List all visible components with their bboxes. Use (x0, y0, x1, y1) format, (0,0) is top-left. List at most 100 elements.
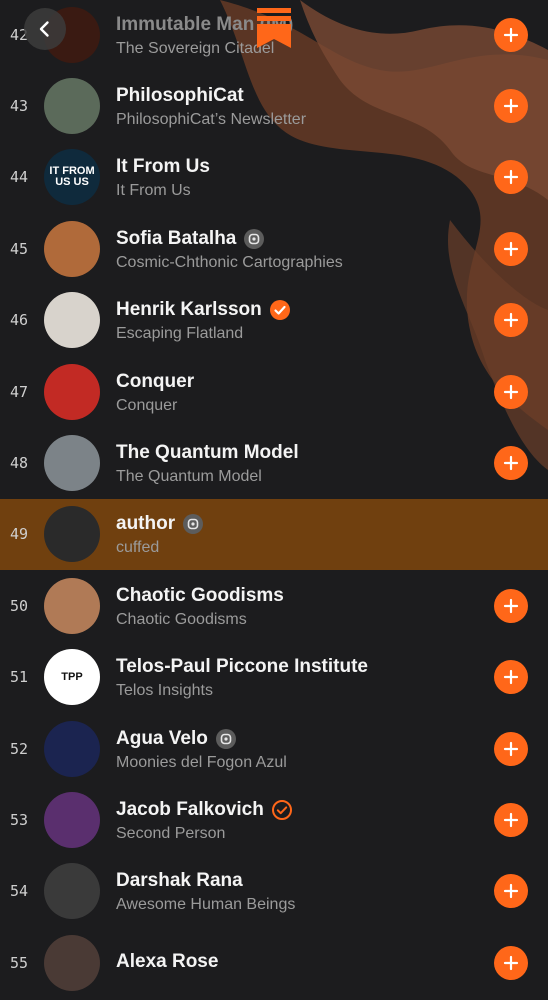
leaderboard-row[interactable]: 49 author cuffed (0, 498, 548, 571)
author-name[interactable]: author (116, 513, 175, 535)
subscribe-button[interactable] (494, 660, 528, 695)
author-name[interactable]: Darshak Rana (116, 870, 243, 892)
author-name[interactable]: PhilosophiCat (116, 85, 244, 107)
author-name[interactable]: Conquer (116, 371, 194, 393)
publication-info: Sofia Batalha Cosmic-Chthonic Cartographi… (116, 226, 548, 272)
leaderboard-row[interactable]: 48 The Quantum Model The Quantum Model (0, 427, 548, 498)
avatar[interactable] (44, 506, 100, 563)
plus-icon (503, 955, 519, 970)
leaderboard-row[interactable]: 51 TPP Telos-Paul Piccone Institute Telos I… (0, 642, 548, 713)
subscribe-button[interactable] (494, 231, 528, 266)
avatar[interactable] (44, 577, 100, 634)
leaderboard-row[interactable]: 52 Agua Velo Moonies del Fogon Azul (0, 713, 548, 784)
subscribe-button[interactable] (494, 303, 528, 338)
author-name[interactable]: Agua Velo (116, 728, 208, 750)
bestseller-badge-icon (215, 728, 237, 750)
avatar[interactable]: TPP (44, 649, 100, 706)
publication-info: Jacob Falkovich Second Person (116, 797, 548, 843)
subscribe-button[interactable] (494, 160, 528, 195)
publication-name: Escaping Flatland (116, 325, 244, 343)
avatar[interactable] (44, 863, 100, 920)
leaderboard-list: 42 Immutable Man (IM) The Sovereign Citade… (0, 6, 548, 998)
publication-info: Agua Velo Moonies del Fogon Azul (116, 726, 548, 772)
plus-icon (503, 670, 519, 685)
publication-info: The Quantum Model The Quantum Model (116, 440, 548, 486)
leaderboard-row[interactable]: 44 IT FROM US US It From Us It From Us (0, 142, 548, 213)
rank-number: 55 (10, 953, 29, 972)
leaderboard-row[interactable]: 45 Sofia Batalha Cosmic-Chthonic Cartograp… (0, 213, 548, 284)
author-name[interactable]: The Quantum Model (116, 442, 299, 464)
publication-name: cuffed (116, 539, 160, 557)
subscribe-button[interactable] (494, 874, 528, 909)
publication-info: Chaotic Goodisms Chaotic Goodisms (116, 583, 548, 629)
publication-info: Alexa Rose (116, 949, 548, 977)
plus-icon (503, 598, 519, 613)
publication-name: Moonies del Fogon Azul (116, 753, 287, 771)
author-name[interactable]: Jacob Falkovich (116, 799, 264, 821)
chevron-left-icon (39, 21, 49, 37)
publication-info: Immutable Man (IM) The Sovereign Citadel (116, 12, 548, 58)
publication-name: Awesome Human Beings (116, 896, 296, 914)
publication-info: Darshak Rana Awesome Human Beings (116, 868, 548, 914)
rank-number: 48 (10, 454, 29, 473)
author-name[interactable]: Telos-Paul Piccone Institute (116, 656, 368, 678)
publication-info: author cuffed (116, 511, 548, 557)
avatar[interactable] (44, 934, 100, 991)
plus-icon (503, 170, 519, 185)
subscribe-button[interactable] (494, 802, 528, 837)
leaderboard-row[interactable]: 50 Chaotic Goodisms Chaotic Goodisms (0, 570, 548, 641)
author-name[interactable]: Henrik Karlsson (116, 299, 262, 321)
subscribe-button[interactable] (494, 17, 528, 52)
rank-number: 50 (10, 596, 29, 615)
subscribe-button[interactable] (494, 374, 528, 409)
verified-outline-badge-icon (271, 799, 293, 821)
avatar[interactable] (44, 292, 100, 349)
avatar[interactable] (44, 435, 100, 492)
avatar-text: TPP (61, 670, 83, 683)
verified-badge-icon (269, 299, 291, 321)
rank-number: 44 (10, 168, 29, 187)
publication-info: Telos-Paul Piccone Institute Telos Insigh… (116, 654, 548, 700)
plus-icon (503, 27, 519, 42)
publication-name: Telos Insights (116, 682, 213, 700)
avatar[interactable] (44, 363, 100, 420)
subscribe-button[interactable] (494, 89, 528, 124)
plus-icon (503, 812, 519, 828)
author-name[interactable]: It From Us (116, 156, 210, 178)
plus-icon (503, 313, 519, 328)
back-button[interactable] (24, 8, 66, 50)
leaderboard-row[interactable]: 46 Henrik Karlsson Escaping Flatland (0, 285, 548, 356)
rank-number: 49 (10, 525, 29, 544)
subscribe-button[interactable] (494, 446, 528, 481)
plus-icon (503, 884, 519, 899)
avatar[interactable] (44, 720, 100, 777)
author-name[interactable]: Alexa Rose (116, 951, 218, 973)
leaderboard-row[interactable]: 53 Jacob Falkovich Second Person (0, 784, 548, 855)
publication-name: It From Us (116, 182, 191, 200)
rank-number: 54 (10, 882, 29, 901)
publication-name: Chaotic Goodisms (116, 610, 247, 628)
subscribe-button[interactable] (494, 945, 528, 980)
rank-number: 53 (10, 810, 29, 829)
avatar[interactable] (44, 220, 100, 277)
avatar[interactable] (44, 78, 100, 135)
plus-icon (503, 384, 519, 399)
leaderboard-row[interactable]: 47 Conquer Conquer (0, 356, 548, 427)
publication-info: Conquer Conquer (116, 369, 548, 415)
plus-icon (503, 455, 519, 471)
rank-number: 45 (10, 239, 29, 258)
subscribe-button[interactable] (494, 731, 528, 766)
avatar[interactable]: IT FROM US US (44, 149, 100, 206)
rank-number: 51 (10, 668, 29, 687)
rank-number: 52 (10, 739, 29, 758)
publication-name: The Quantum Model (116, 468, 262, 486)
subscribe-button[interactable] (494, 588, 528, 623)
author-name[interactable]: Sofia Batalha (116, 228, 236, 250)
rank-number: 43 (10, 97, 29, 116)
leaderboard-row[interactable]: 43 PhilosophiCat PhilosophiCat’s Newslette… (0, 70, 548, 141)
leaderboard-row[interactable]: 55 Alexa Rose (0, 927, 548, 998)
rank-number: 46 (10, 311, 29, 330)
avatar[interactable] (44, 791, 100, 848)
author-name[interactable]: Chaotic Goodisms (116, 585, 284, 607)
leaderboard-row[interactable]: 54 Darshak Rana Awesome Human Beings (0, 856, 548, 927)
